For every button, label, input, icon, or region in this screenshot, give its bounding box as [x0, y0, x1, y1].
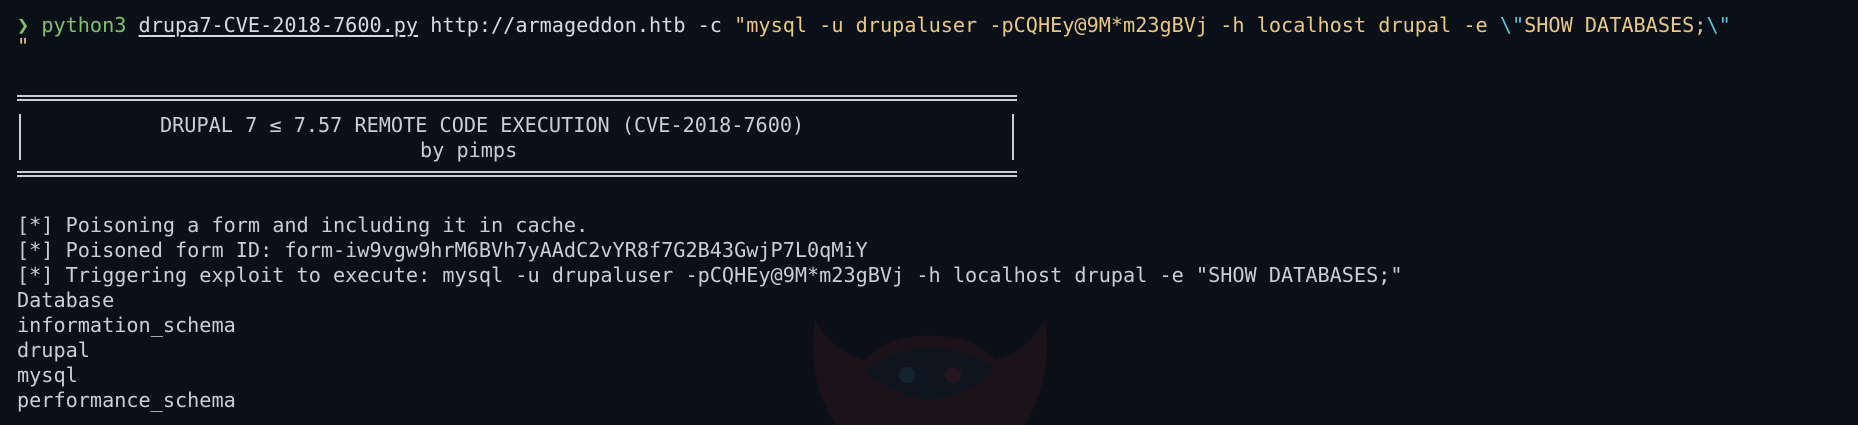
- output-line-db-performance-schema: performance_schema: [17, 388, 236, 412]
- output-line-trigger: [*] Triggering exploit to execute: mysql…: [17, 263, 1403, 287]
- background-watermark-icon: [813, 320, 1047, 425]
- command-argument: "mysql -u drupaluser -pCQHEy@9M*m23gBVj …: [734, 13, 1500, 37]
- command-flag: -c: [697, 13, 722, 37]
- escape-quote-close: \": [1706, 13, 1731, 37]
- command-line[interactable]: ❯ python3 drupa7-CVE-2018-7600.py http:/…: [17, 13, 1731, 38]
- output-line-poisoning: [*] Poisoning a form and including it in…: [17, 213, 589, 237]
- command-argument-query: SHOW DATABASES;: [1524, 13, 1707, 37]
- command-binary: python3: [41, 13, 127, 37]
- banner-bottom-rule: [17, 171, 1017, 177]
- banner-left-border: [19, 114, 21, 160]
- banner-top-rule: [17, 95, 1017, 101]
- output-line-db-mysql: mysql: [17, 363, 78, 387]
- output-line-db-drupal: drupal: [17, 338, 90, 362]
- banner-byline: by pimps: [420, 138, 518, 162]
- terminal-window[interactable]: ❯ python3 drupa7-CVE-2018-7600.py http:/…: [0, 0, 1858, 425]
- script-filename: drupa7-CVE-2018-7600.py: [138, 13, 419, 37]
- target-url: http://armageddon.htb: [430, 13, 686, 37]
- output-line-db-header: Database: [17, 288, 115, 312]
- output-line-db-information-schema: information_schema: [17, 313, 236, 337]
- output-line-form-id: [*] Poisoned form ID: form-iw9vgw9hrM6BV…: [17, 238, 868, 262]
- escape-quote-open: \": [1499, 13, 1525, 37]
- banner-right-border: [1012, 114, 1014, 160]
- command-line-wrap: ": [17, 34, 30, 58]
- banner-title: DRUPAL 7 ≤ 7.57 REMOTE CODE EXECUTION (C…: [160, 113, 805, 137]
